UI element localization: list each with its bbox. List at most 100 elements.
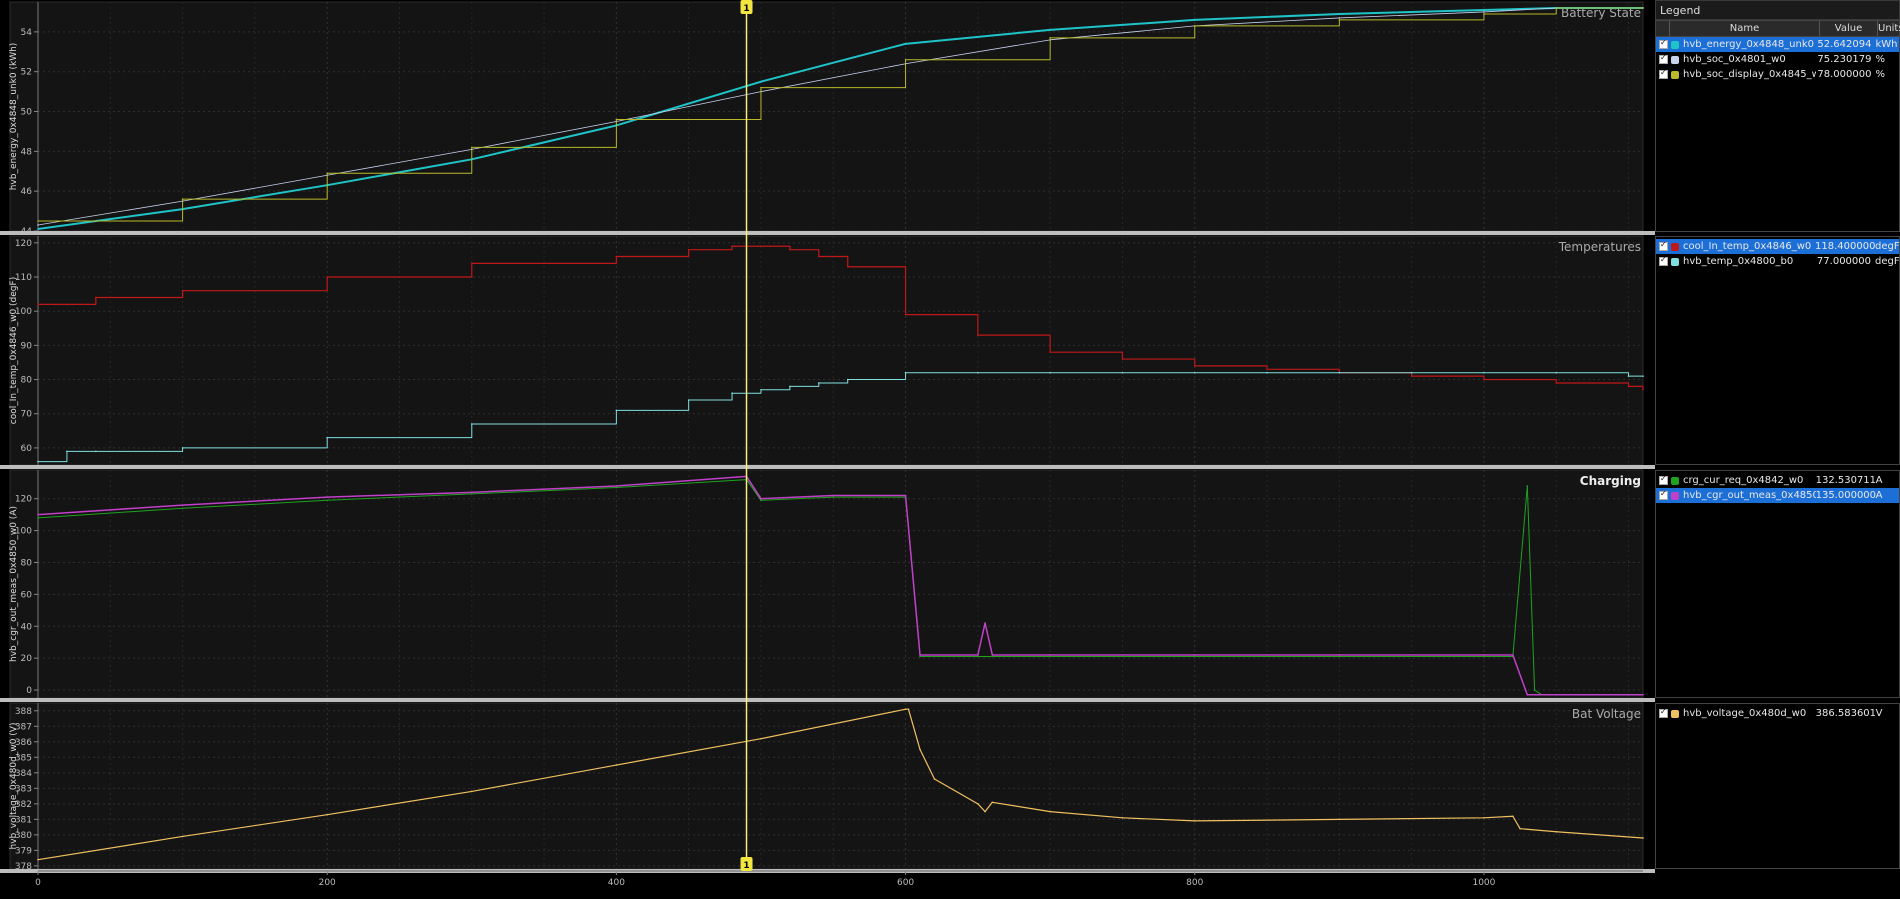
data-point [470, 262, 473, 265]
legend-signal-name: hvb_energy_0x4848_unk0 [1683, 39, 1815, 50]
data-point [984, 622, 986, 624]
data-point [1049, 351, 1051, 354]
legend-column-name[interactable]: Name [1670, 21, 1820, 36]
legend-checkbox[interactable] [1659, 255, 1668, 266]
legend-signal-value: 75.230179 [1817, 54, 1872, 65]
cursor-marker-label: 1 [743, 861, 749, 871]
data-point [181, 289, 184, 292]
data-point [1410, 375, 1413, 377]
legend-signal-name: cool_In_temp_0x4846_w0 [1683, 241, 1812, 252]
legend-row[interactable]: hvb_energy_0x4848_unk052.642094kWh [1656, 37, 1899, 52]
legend-signal-units: degF [1875, 241, 1900, 252]
data-point [1049, 371, 1051, 374]
data-point [760, 389, 762, 391]
legend-row[interactable]: hvb_temp_0x4800_b0 77.000000 degF [1656, 254, 1900, 269]
data-point [760, 80, 762, 83]
legend-color-swatch [1671, 70, 1679, 79]
data-point [470, 491, 473, 494]
data-point [1483, 371, 1485, 374]
y-tick-label: 120 [15, 495, 32, 505]
data-point [731, 245, 733, 248]
data-point [1193, 19, 1196, 21]
data-point [1519, 827, 1521, 830]
plots-svg[interactable]: 444648505254hvb_energy_0x4848_unk0 (kWh)… [0, 0, 1655, 899]
data-point [687, 399, 690, 401]
plot-area[interactable]: 444648505254hvb_energy_0x4848_unk0 (kWh)… [0, 0, 1655, 899]
legend-signal-value: 135.000000 [1815, 490, 1877, 501]
data-point [760, 737, 762, 740]
data-point [470, 423, 473, 425]
data-point [1266, 371, 1268, 374]
legend-row[interactable]: hvb_voltage_0x480d_w0 386.583601V [1656, 706, 1899, 721]
legend-title: Legend [1655, 0, 1900, 20]
legend-column-value[interactable]: Value [1820, 21, 1878, 36]
data-point [326, 496, 328, 498]
legend-checkbox[interactable] [1659, 474, 1668, 485]
y-tick-label: 50 [21, 108, 33, 118]
y-tick-label: 52 [21, 68, 32, 78]
data-point [1642, 837, 1644, 839]
legend-row[interactable]: hvb_soc_0x4801_w0 75.230179% [1656, 52, 1899, 67]
legend-group: cool_In_temp_0x4846_w0118.400000degFhvb_… [1655, 236, 1900, 465]
legend-signal-value: 77.000000 [1816, 256, 1871, 267]
x-tick-label: 600 [897, 878, 914, 888]
y-tick-label: 80 [21, 558, 33, 568]
data-point [66, 303, 68, 306]
legend-checkbox[interactable] [1659, 68, 1668, 79]
data-point [470, 146, 473, 149]
data-point [1483, 655, 1485, 658]
y-axis-label: hvb_voltage_0x480d_w0 (V) [9, 723, 19, 850]
legend-row[interactable]: hvb_cgr_out_meas_0x4850_w0135.000000A [1656, 488, 1899, 503]
legend-header: NameValueUnits [1656, 21, 1900, 37]
data-point [977, 334, 979, 336]
legend-group: hvb_voltage_0x480d_w0 386.583601V [1655, 703, 1900, 869]
data-point [1483, 9, 1485, 11]
legend-row[interactable]: cool_In_temp_0x4846_w0118.400000degF [1656, 239, 1900, 254]
y-tick-label: 90 [21, 341, 33, 351]
data-point [1338, 818, 1341, 821]
data-point [37, 460, 39, 463]
legend-signal-value: 386.583601 [1815, 708, 1877, 719]
data-point [1338, 371, 1341, 374]
legend-checkbox[interactable] [1659, 489, 1668, 500]
data-point [1555, 830, 1558, 833]
legend-signal-value: 52.642094 [1817, 39, 1872, 50]
legend-group: crg_cur_req_0x4842_w0132.530711Ahvb_cgr_… [1655, 470, 1900, 698]
data-point [1338, 19, 1341, 21]
legend-color-swatch [1671, 40, 1679, 49]
data-point [760, 497, 762, 500]
data-point [470, 493, 473, 495]
data-point [1193, 655, 1196, 658]
data-point [1555, 382, 1558, 384]
panel-separator [0, 231, 1655, 235]
data-point [181, 198, 184, 200]
data-point [818, 382, 820, 384]
y-tick-label: 60 [21, 590, 33, 600]
legend-row[interactable]: hvb_soc_display_0x4845_w078.000000% [1656, 67, 1899, 82]
data-point [1512, 654, 1514, 656]
data-point [1642, 694, 1644, 696]
legend-checkbox[interactable] [1659, 707, 1668, 718]
data-point [1627, 375, 1630, 377]
y-tick-label: 60 [21, 444, 33, 454]
legend-color-swatch [1671, 491, 1679, 500]
y-tick-label: 20 [21, 654, 33, 664]
legend-signal-units: degF [1875, 256, 1900, 267]
y-tick-label: 54 [21, 28, 33, 38]
data-point [1526, 485, 1529, 487]
data-point [37, 513, 39, 516]
legend-checkbox[interactable] [1659, 240, 1668, 251]
legend-checkbox[interactable] [1659, 38, 1668, 49]
data-point [904, 58, 907, 61]
legend-row[interactable]: crg_cur_req_0x4842_w0 132.530711A [1656, 473, 1899, 488]
legend-column-units[interactable]: Units [1878, 21, 1900, 36]
data-point [326, 499, 328, 502]
data-point [832, 496, 835, 498]
data-point [326, 276, 328, 278]
legend-signal-value: 78.000000 [1817, 69, 1872, 80]
data-point [37, 228, 39, 230]
legend-color-swatch [1671, 55, 1679, 64]
data-point [789, 248, 791, 251]
data-point [181, 504, 184, 506]
legend-checkbox[interactable] [1659, 53, 1668, 64]
